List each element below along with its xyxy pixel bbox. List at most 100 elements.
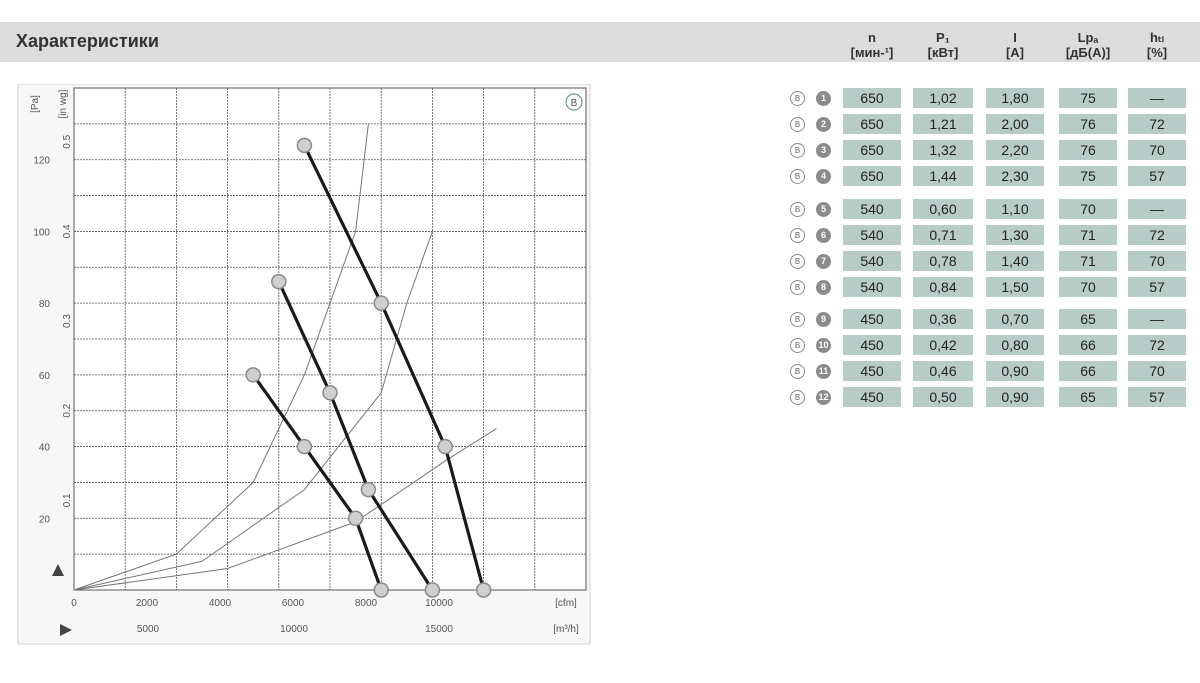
table-cell-lpa: 70: [1059, 199, 1117, 219]
table-cell-n: 650: [843, 166, 901, 186]
variant-b-badge: B: [790, 143, 805, 158]
column-unit: [кВт]: [927, 45, 959, 60]
table-cell-p1: 1,44: [913, 166, 973, 186]
table-cell-htl: 72: [1128, 225, 1186, 245]
x2-axis-unit: [m³/h]: [553, 624, 579, 635]
table-cell-p1: 0,46: [913, 361, 973, 381]
column-symbol: I: [1013, 30, 1017, 45]
table-cell-n: 540: [843, 225, 901, 245]
row-number-badge: 11: [816, 364, 831, 379]
variant-b-badge: B: [790, 338, 805, 353]
variant-b-badge: B: [790, 390, 805, 405]
table-cell-lpa: 71: [1059, 225, 1117, 245]
table-cell-htl: —: [1128, 88, 1186, 108]
y2-tick-label: 0.2: [62, 403, 73, 417]
y2-axis-unit: [in wg]: [58, 89, 69, 118]
row-number-badge: 7: [816, 254, 831, 269]
column-symbol: n: [868, 30, 876, 45]
table-cell-htl: 70: [1128, 251, 1186, 271]
table-cell-p1: 0,78: [913, 251, 973, 271]
variant-b-badge: B: [790, 364, 805, 379]
y-tick-label: 20: [39, 514, 51, 525]
variant-b-badge: B: [790, 117, 805, 132]
table-cell-p1: 0,60: [913, 199, 973, 219]
x-tick-label: 8000: [355, 598, 378, 609]
table-cell-n: 450: [843, 387, 901, 407]
table-cell-i: 0,80: [986, 335, 1044, 355]
y-tick-label: 120: [33, 156, 50, 167]
y2-tick-label: 0.5: [62, 134, 73, 148]
variant-b-badge: B: [790, 91, 805, 106]
table-cell-i: 2,20: [986, 140, 1044, 160]
row-number-badge: 1: [816, 91, 831, 106]
page-title: Характеристики: [16, 31, 159, 51]
table-cell-n: 650: [843, 88, 901, 108]
table-cell-lpa: 71: [1059, 251, 1117, 271]
column-header-n: n [мин-¹]: [843, 30, 901, 60]
table-cell-n: 450: [843, 361, 901, 381]
table-cell-p1: 0,36: [913, 309, 973, 329]
table-cell-i: 2,00: [986, 114, 1044, 134]
y-tick-label: 60: [39, 371, 51, 382]
operating-point: [475, 582, 492, 598]
table-cell-htl: —: [1128, 199, 1186, 219]
y2-tick-label: 0.1: [62, 493, 73, 507]
table-cell-htl: 72: [1128, 114, 1186, 134]
operating-point: [322, 385, 338, 401]
table-cell-lpa: 76: [1059, 114, 1117, 134]
chart-variant-badge-label: B: [571, 98, 578, 109]
x-axis-unit: [cfm]: [555, 598, 577, 609]
row-number-badge: 3: [816, 143, 831, 158]
table-cell-htl: 57: [1128, 387, 1186, 407]
table-cell-n: 540: [843, 199, 901, 219]
table-cell-htl: —: [1128, 309, 1186, 329]
table-cell-p1: 0,71: [913, 225, 973, 245]
row-number-badge: 8: [816, 280, 831, 295]
table-cell-n: 450: [843, 335, 901, 355]
column-header-htl: hₜₗ [%]: [1128, 30, 1186, 60]
table-cell-i: 1,30: [986, 225, 1044, 245]
row-number-badge: 10: [816, 338, 831, 353]
y-tick-label: 80: [39, 299, 51, 310]
characteristic-chart: 20 40 60 80 100 120 0.1 0.2 0.3 0.4 0.5 [Pa] [in wg]…: [17, 84, 591, 645]
table-cell-i: 0,70: [986, 309, 1044, 329]
table-cell-htl: 57: [1128, 277, 1186, 297]
x2-tick-label: 15000: [425, 624, 453, 635]
operating-point: [296, 438, 313, 455]
column-header-lpa: Lpₐ [дБ(A)]: [1059, 30, 1117, 60]
operating-point: [271, 273, 287, 290]
table-cell-n: 650: [843, 114, 901, 134]
table-cell-lpa: 65: [1059, 309, 1117, 329]
variant-b-badge: B: [790, 280, 805, 295]
row-number-badge: 6: [816, 228, 831, 243]
column-symbol: Lpₐ: [1077, 30, 1099, 45]
operating-point: [245, 367, 261, 383]
y2-tick-label: 0.3: [62, 314, 73, 328]
variant-b-badge: B: [790, 228, 805, 243]
table-cell-lpa: 70: [1059, 277, 1117, 297]
table-cell-p1: 1,02: [913, 88, 973, 108]
table-cell-n: 540: [843, 277, 901, 297]
table-cell-p1: 0,42: [913, 335, 973, 355]
x-tick-label: 2000: [136, 598, 159, 609]
table-cell-lpa: 75: [1059, 88, 1117, 108]
x-tick-label: 6000: [282, 598, 305, 609]
operating-point: [424, 582, 441, 598]
column-symbol: hₜₗ: [1150, 30, 1164, 45]
table-cell-i: 1,10: [986, 199, 1044, 219]
column-header-p1: P₁ [кВт]: [913, 30, 973, 60]
operating-point: [437, 438, 453, 455]
table-cell-lpa: 66: [1059, 361, 1117, 381]
variant-b-badge: B: [790, 312, 805, 327]
row-number-badge: 4: [816, 169, 831, 184]
table-cell-htl: 70: [1128, 361, 1186, 381]
column-unit: [%]: [1146, 45, 1168, 60]
table-cell-p1: 0,84: [913, 277, 973, 297]
table-cell-lpa: 76: [1059, 140, 1117, 160]
y2-tick-label: 0.4: [62, 224, 73, 238]
y-tick-label: 40: [39, 443, 51, 454]
y-axis-unit: [Pa]: [30, 95, 41, 113]
table-cell-i: 1,50: [986, 277, 1044, 297]
variant-b-badge: B: [790, 169, 805, 184]
row-number-badge: 2: [816, 117, 831, 132]
